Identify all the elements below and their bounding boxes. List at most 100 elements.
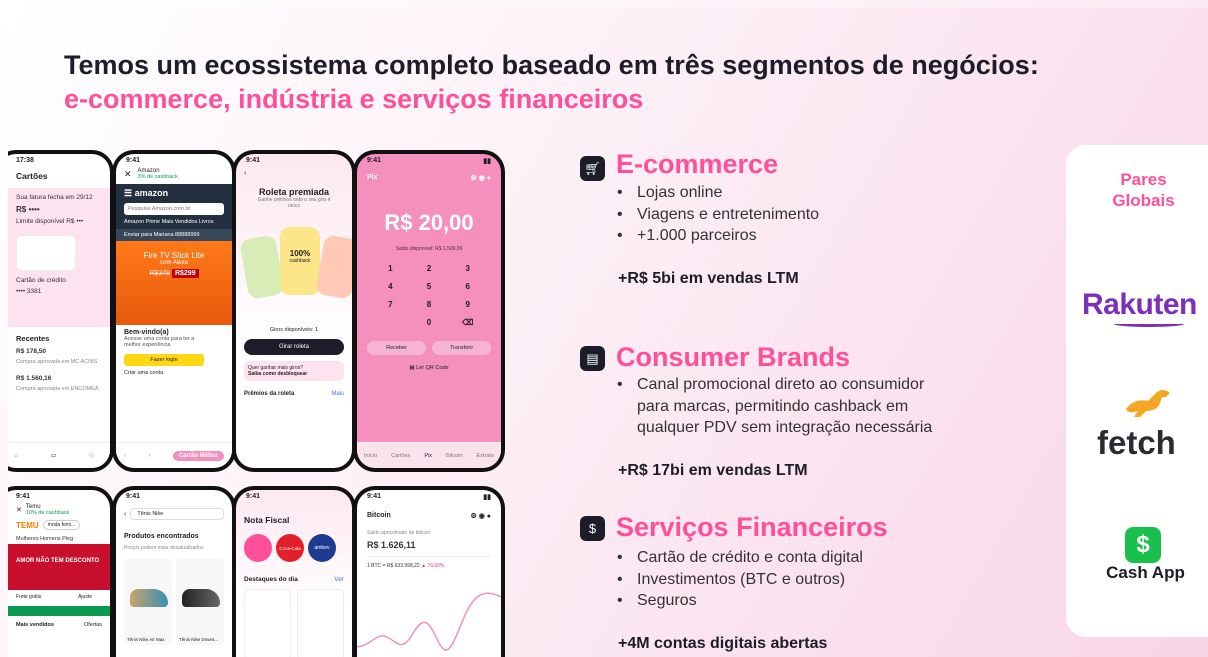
keypad-key[interactable]: 0: [410, 318, 449, 327]
card-number: •••• 3381: [16, 288, 42, 295]
product-card[interactable]: Tênis Nike Air Max: [124, 559, 172, 645]
product-card[interactable]: [244, 589, 291, 657]
bullet: •: [617, 184, 623, 201]
settings-icon[interactable]: ⚙ ◉ ●: [470, 512, 491, 520]
temu-tabs[interactable]: Mulheres Homens Pleg: [8, 534, 110, 544]
qr-code-button[interactable]: ▦ Ler QR Code: [357, 365, 501, 371]
keypad-key[interactable]: 5: [410, 282, 449, 291]
tab-pix[interactable]: Pix: [424, 453, 432, 459]
transaction-amount[interactable]: R$ 178,50: [8, 346, 110, 357]
prizes-more-link[interactable]: Mais: [331, 391, 344, 397]
tab-bitcoin[interactable]: Bitcoin: [446, 453, 463, 459]
phone-product-search: 9:41 ‹ Tênis Nike Produtos encontrados P…: [112, 486, 236, 657]
tab-extrato[interactable]: Extrato: [477, 453, 494, 459]
offers-link[interactable]: Ofertas: [84, 622, 102, 628]
roleta-title: Roleta premiada: [258, 187, 330, 197]
search-input[interactable]: Pesquise Amazon.com.br: [124, 203, 224, 215]
brand-logo[interactable]: ambev: [308, 534, 336, 562]
keypad-key[interactable]: 1: [371, 264, 410, 273]
deliver-bar[interactable]: Enviar para Mariana 88888999: [116, 229, 232, 241]
nota-title: Nota Fiscal: [244, 515, 290, 525]
bullet: •: [617, 227, 623, 244]
finance-bullets: • Cartão de crédito e conta digital • Inve…: [613, 547, 863, 612]
backspace-key[interactable]: ⌫: [448, 318, 487, 327]
peers-title-line2: Globais: [1112, 191, 1175, 210]
search-input[interactable]: Tênis Nike: [130, 508, 224, 520]
close-icon[interactable]: ✕: [16, 506, 22, 514]
transaction-amount[interactable]: R$ 1.560,16: [8, 373, 110, 384]
back-icon[interactable]: ‹: [124, 453, 126, 459]
welcome-text: Acesse uma conta para ter a melhor exper…: [124, 336, 195, 348]
bullet: •: [617, 205, 623, 223]
keypad-key[interactable]: 7: [371, 300, 410, 309]
spin-button[interactable]: Girar roleta: [244, 339, 344, 355]
prize-label: cashback: [289, 258, 311, 264]
transaction-desc: Compra aprovada em MC ACNIS: [16, 359, 98, 365]
phone-amazon: 9:41 ✕ Amazon 3% de cashback ☰ amazon Pe…: [112, 150, 236, 472]
meliuz-card-button[interactable]: Cartão Méliuz: [172, 450, 224, 461]
tab-cards[interactable]: ▭: [51, 453, 56, 459]
bullet-text: Seguros: [637, 592, 697, 609]
roulette-wheel[interactable]: 100% cashback: [236, 217, 352, 327]
keypad-key[interactable]: 3: [448, 264, 487, 273]
status-time: 9:41: [246, 493, 261, 500]
credit-card-image: [16, 235, 76, 271]
keypad-key[interactable]: 8: [410, 300, 449, 309]
promo-subtitle: com Alexa: [160, 260, 188, 266]
create-account-link[interactable]: Criar uma conta: [124, 370, 224, 376]
cash-app-icon: $: [1125, 527, 1161, 563]
rakuten-swoosh: [1114, 321, 1184, 327]
promo-banner[interactable]: Fire TV Stick Lite com Alexa R$349 R$299: [116, 241, 232, 325]
product-card[interactable]: Tênis Nike Downt...: [176, 559, 224, 645]
highlights-more[interactable]: Ver: [334, 576, 344, 583]
transfer-button[interactable]: Transferir: [432, 341, 491, 355]
keypad-key[interactable]: 9: [448, 300, 487, 309]
invoice-due: Sua fatura fecha em 29/12: [16, 194, 93, 201]
phone-cards: 17:38 Cartões Sua fatura fecha em 29/12 …: [8, 150, 114, 472]
phone-nota-fiscal: 9:41 Nota Fiscal Coca-Cola ambev Destaqu…: [232, 486, 356, 657]
status-time: 9:41: [367, 493, 382, 500]
brand-logo[interactable]: [244, 534, 272, 562]
forward-icon[interactable]: ›: [148, 453, 150, 459]
back-icon[interactable]: ‹: [124, 511, 126, 518]
keypad-key[interactable]: 6: [448, 282, 487, 291]
cashback-label: 3% de cashback: [137, 174, 178, 180]
keypad-key[interactable]: 4: [371, 282, 410, 291]
price-chart: [357, 592, 501, 651]
peers-title: Pares Globais: [1066, 169, 1208, 211]
global-peers-card: Pares Globais Rakuten fetch $ Cash App: [1066, 145, 1208, 637]
tab-home[interactable]: ⌂: [15, 453, 18, 459]
tab-cartões[interactable]: Cartões: [391, 453, 410, 459]
amazon-logo: amazon: [134, 188, 169, 198]
invoice-card[interactable]: Sua fatura fecha em 29/12 R$ •••• Limite…: [8, 188, 110, 327]
brands-bullets: • Canal promocional direto ao consumidor …: [613, 374, 932, 439]
product-card[interactable]: [297, 589, 344, 657]
cashback-label: 10% de cashback: [25, 510, 70, 516]
finance-title: Serviços Financeiros: [616, 512, 888, 542]
help-link[interactable]: Ajuste: [78, 594, 92, 600]
login-button[interactable]: Fazer login: [124, 354, 204, 366]
phone-mockups: 17:38 Cartões Sua fatura fecha em 29/12 …: [8, 142, 508, 657]
tab-início[interactable]: Início: [364, 453, 377, 459]
tab-pix[interactable]: ◇: [89, 453, 93, 459]
old-price: R$349: [149, 270, 171, 277]
phone-temu: 9:41 ✕ Temu 10% de cashback TEMU moda fe…: [8, 486, 114, 657]
receive-button[interactable]: Receber: [367, 341, 426, 355]
more-spins-tip[interactable]: Quer ganhar mais giros? Saiba como desbl…: [244, 361, 344, 381]
settings-icon[interactable]: ⚙ ◉ ●: [470, 174, 491, 182]
status-time: 9:41: [126, 157, 141, 164]
slide: Temos um ecossistema completo baseado em…: [8, 8, 1208, 657]
amazon-tabs[interactable]: Amazon Prime Mais Vendidos Livros: [124, 219, 224, 225]
peers-title-line1: Pares: [1120, 170, 1167, 189]
close-icon[interactable]: ✕: [124, 169, 132, 180]
bottom-bar: ‹ › Cartão Méliuz: [116, 442, 232, 468]
menu-icon[interactable]: ☰: [124, 188, 132, 198]
bullet-text: qualquer PDV sem integração necessária: [637, 419, 933, 436]
brand-logo[interactable]: Coca-Cola: [276, 534, 304, 562]
temu-banner[interactable]: AMOR NÃO TEM DESCONTO: [8, 544, 110, 590]
keypad: 1 2 3 4 5 6 7 8 9 0 ⌫: [357, 252, 501, 339]
keypad-key[interactable]: 2: [410, 264, 449, 273]
search-input[interactable]: moda femi...: [42, 520, 81, 530]
brands-title: Consumer Brands: [616, 342, 851, 372]
back-icon[interactable]: ‹: [236, 168, 352, 179]
